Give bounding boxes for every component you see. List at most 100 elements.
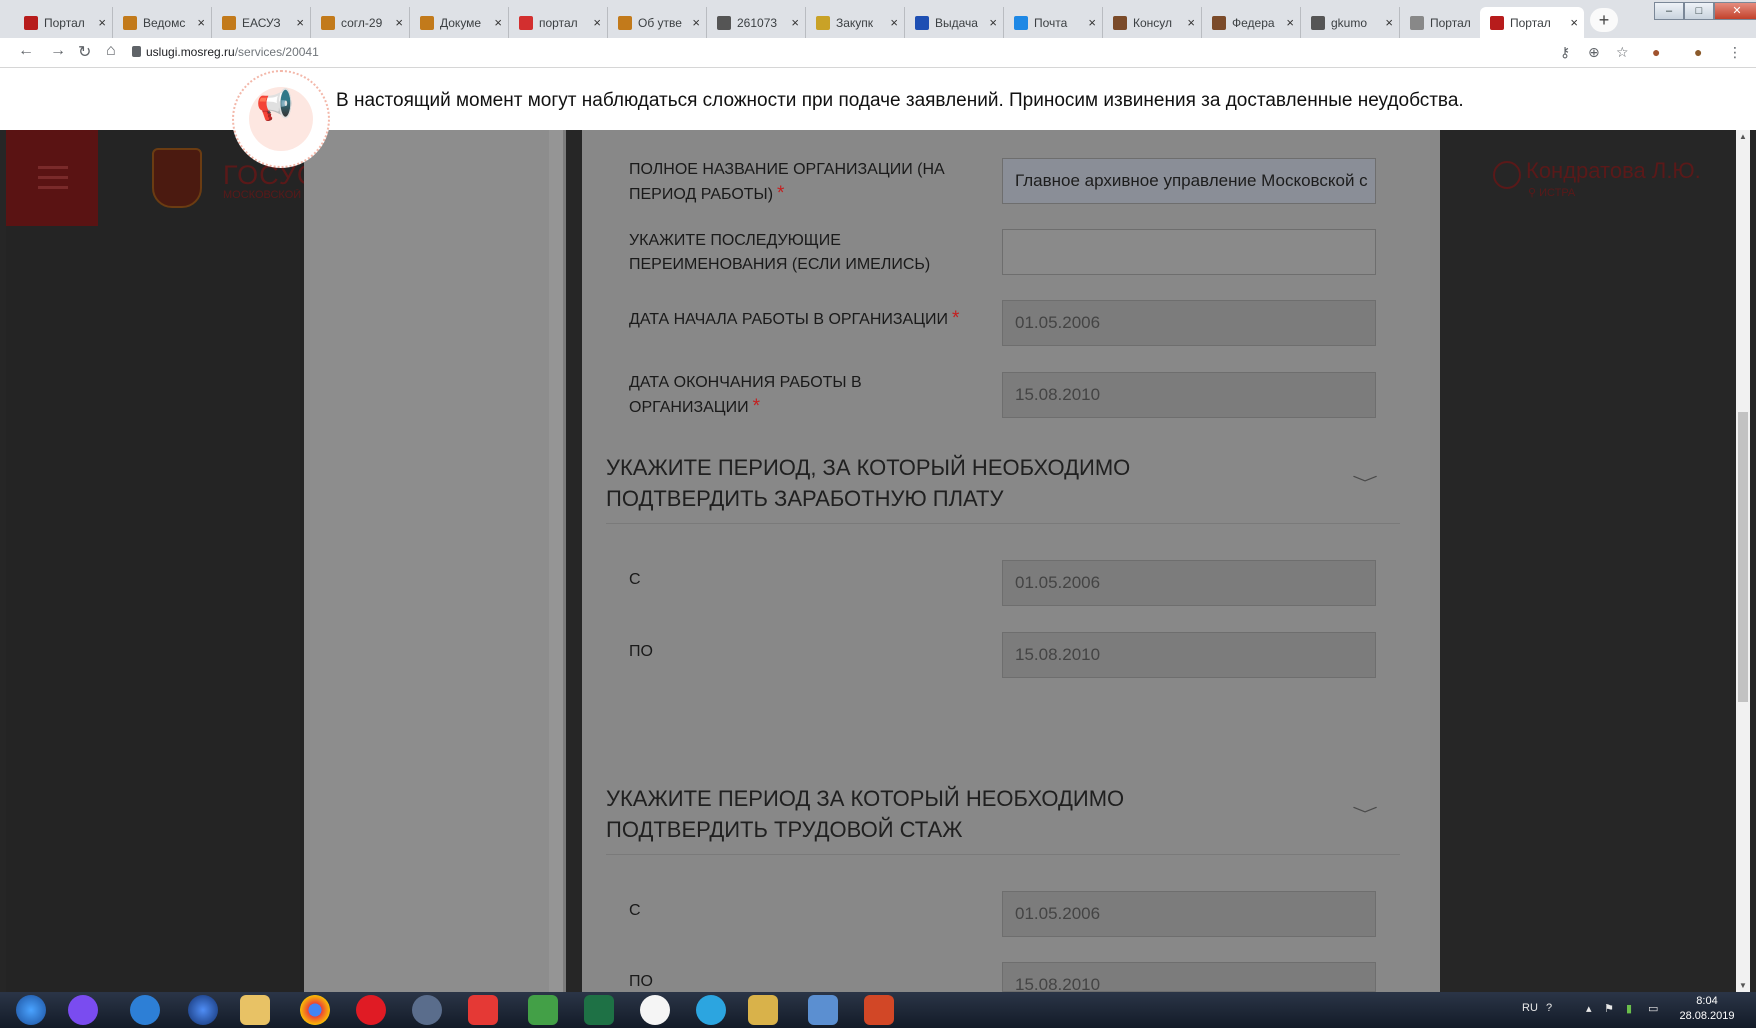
reload-icon[interactable]: ↻ bbox=[78, 42, 91, 62]
extension-icon[interactable]: ● bbox=[1652, 44, 1660, 60]
url-host: uslugi.mosreg.ru bbox=[146, 45, 235, 59]
browser-tab[interactable]: Почта × bbox=[1004, 7, 1103, 38]
browser-tab[interactable]: Ведомс × bbox=[113, 7, 212, 38]
user-location-text: ИСТРА bbox=[1539, 187, 1576, 199]
tab-close-icon[interactable]: × bbox=[296, 15, 304, 30]
yandex-browser-icon[interactable] bbox=[640, 995, 670, 1025]
tab-close-icon[interactable]: × bbox=[989, 15, 997, 30]
scrollbar-thumb[interactable] bbox=[1738, 412, 1748, 702]
tab-favicon-icon bbox=[123, 15, 137, 30]
hamburger-menu-button[interactable] bbox=[6, 130, 98, 226]
browser-tab[interactable]: Об утве × bbox=[608, 7, 707, 38]
yandex-icon[interactable] bbox=[468, 995, 498, 1025]
internet-explorer-icon[interactable] bbox=[130, 995, 160, 1025]
tab-close-icon[interactable]: × bbox=[1286, 15, 1294, 30]
document-viewer-icon[interactable] bbox=[748, 995, 778, 1025]
voice-assistant-icon[interactable] bbox=[68, 995, 98, 1025]
chrome-icon[interactable] bbox=[300, 995, 330, 1025]
tab-favicon-icon bbox=[24, 15, 38, 30]
renamings-input[interactable] bbox=[1002, 229, 1376, 275]
experience-to-input[interactable]: 15.08.2010 bbox=[1002, 962, 1376, 992]
tab-label: Портал bbox=[1430, 15, 1471, 30]
browser-menu-icon[interactable]: ⋮ bbox=[1728, 44, 1742, 61]
tab-close-icon[interactable]: × bbox=[1570, 15, 1578, 30]
browser-tab[interactable]: 261073 × bbox=[707, 7, 806, 38]
browser-tab[interactable]: Консул × bbox=[1103, 7, 1202, 38]
powerpoint-icon[interactable] bbox=[864, 995, 894, 1025]
browser-tab[interactable]: Выдача × bbox=[905, 7, 1004, 38]
tab-close-icon[interactable]: × bbox=[1187, 15, 1195, 30]
tab-label: Федера bbox=[1232, 15, 1275, 30]
window-manager-icon[interactable] bbox=[808, 995, 838, 1025]
coat-of-arms-icon bbox=[152, 148, 202, 208]
tab-close-icon[interactable]: × bbox=[791, 15, 799, 30]
network-tray-icon[interactable]: ▭ bbox=[1648, 1002, 1658, 1015]
experience-from-input[interactable]: 01.05.2006 bbox=[1002, 891, 1376, 937]
media-player-icon[interactable] bbox=[528, 995, 558, 1025]
end-date-input[interactable]: 15.08.2010 bbox=[1002, 372, 1376, 418]
tab-close-icon[interactable]: × bbox=[197, 15, 205, 30]
minimize-button[interactable]: – bbox=[1654, 2, 1684, 20]
browser-tab[interactable]: Портал × bbox=[14, 7, 113, 38]
start-date-input[interactable]: 01.05.2006 bbox=[1002, 300, 1376, 346]
salary-to-input[interactable]: 15.08.2010 bbox=[1002, 632, 1376, 678]
required-mark: * bbox=[952, 308, 960, 329]
maximize-button[interactable]: □ bbox=[1684, 2, 1714, 20]
zoom-icon[interactable]: ⊕ bbox=[1588, 44, 1600, 61]
file-explorer-icon[interactable] bbox=[240, 995, 270, 1025]
tab-close-icon[interactable]: × bbox=[593, 15, 601, 30]
clock[interactable]: 8:04 28.08.2019 bbox=[1676, 994, 1738, 1024]
back-arrow-icon[interactable]: ← bbox=[18, 42, 34, 60]
window-close-button[interactable]: ✕ bbox=[1714, 2, 1756, 20]
browser-tab-strip: Портал × Ведомс × ЕАСУЗ × согл-29 × Докуме × порта… bbox=[0, 0, 1756, 38]
modal-left-backdrop bbox=[304, 130, 566, 992]
flag-icon[interactable]: ⚑ bbox=[1604, 1002, 1614, 1015]
experience-period-section-title[interactable]: УКАЖИТЕ ПЕРИОД ЗА КОТОРЫЙ НЕОБХОДИМО ПОД… bbox=[606, 783, 1124, 845]
tray-expand-icon[interactable]: ▴ bbox=[1586, 1002, 1592, 1015]
scroll-down-icon[interactable]: ▼ bbox=[1738, 981, 1748, 990]
key-icon[interactable]: ⚷ bbox=[1560, 44, 1570, 61]
tab-close-icon[interactable]: × bbox=[1088, 15, 1096, 30]
home-icon[interactable]: ⌂ bbox=[106, 42, 116, 60]
url-field[interactable]: uslugi.mosreg.ru/services/20041 bbox=[146, 45, 319, 59]
help-icon[interactable]: ? bbox=[1546, 1002, 1552, 1014]
network-icon[interactable] bbox=[412, 995, 442, 1025]
chevron-down-icon[interactable]: ﹀ bbox=[1352, 801, 1378, 825]
start-button-icon[interactable] bbox=[16, 995, 46, 1025]
language-indicator[interactable]: RU bbox=[1522, 1002, 1538, 1014]
browser-tab[interactable]: ЕАСУЗ × bbox=[212, 7, 311, 38]
page-scrollbar[interactable]: ▲ ▼ bbox=[1736, 130, 1750, 992]
org-name-input[interactable]: Главное архивное управление Московской с bbox=[1002, 158, 1376, 204]
salary-from-input[interactable]: 01.05.2006 bbox=[1002, 560, 1376, 606]
tab-close-icon[interactable]: × bbox=[1385, 15, 1393, 30]
windows-taskbar: RU ? ▴ ⚑ ▮ ▭ 8:04 28.08.2019 bbox=[0, 992, 1756, 1028]
new-tab-button[interactable]: + bbox=[1590, 8, 1618, 32]
tab-label: Портал bbox=[44, 15, 85, 30]
battery-icon[interactable]: ▮ bbox=[1626, 1002, 1632, 1015]
opera-icon[interactable] bbox=[356, 995, 386, 1025]
browser-tab[interactable]: портал × bbox=[509, 7, 608, 38]
browser-tab[interactable]: Портал × bbox=[1480, 7, 1584, 38]
bookmark-star-icon[interactable]: ☆ bbox=[1616, 44, 1629, 61]
browser-tab[interactable]: согл-29 × bbox=[311, 7, 410, 38]
browser-icon[interactable] bbox=[188, 995, 218, 1025]
forward-arrow-icon[interactable]: → bbox=[50, 42, 66, 60]
tab-close-icon[interactable]: × bbox=[494, 15, 502, 30]
browser-tab[interactable]: Федера × bbox=[1202, 7, 1301, 38]
user-icon[interactable] bbox=[1493, 161, 1521, 189]
browser-tab[interactable]: Закупк × bbox=[806, 7, 905, 38]
salary-from-label: С bbox=[629, 571, 641, 588]
excel-icon[interactable] bbox=[584, 995, 614, 1025]
profile-avatar-icon[interactable]: ● bbox=[1694, 44, 1702, 60]
browser-tab[interactable]: gkumo × bbox=[1301, 7, 1400, 38]
tab-close-icon[interactable]: × bbox=[395, 15, 403, 30]
user-name[interactable]: Кондратова Л.Ю. bbox=[1526, 158, 1701, 184]
tab-close-icon[interactable]: × bbox=[890, 15, 898, 30]
tab-close-icon[interactable]: × bbox=[692, 15, 700, 30]
tab-close-icon[interactable]: × bbox=[98, 15, 106, 30]
telegram-icon[interactable] bbox=[696, 995, 726, 1025]
salary-period-section-title[interactable]: УКАЖИТЕ ПЕРИОД, ЗА КОТОРЫЙ НЕОБХОДИМО ПО… bbox=[606, 452, 1130, 514]
scroll-up-icon[interactable]: ▲ bbox=[1738, 132, 1748, 141]
chevron-down-icon[interactable]: ﹀ bbox=[1352, 470, 1378, 494]
browser-tab[interactable]: Докуме × bbox=[410, 7, 509, 38]
